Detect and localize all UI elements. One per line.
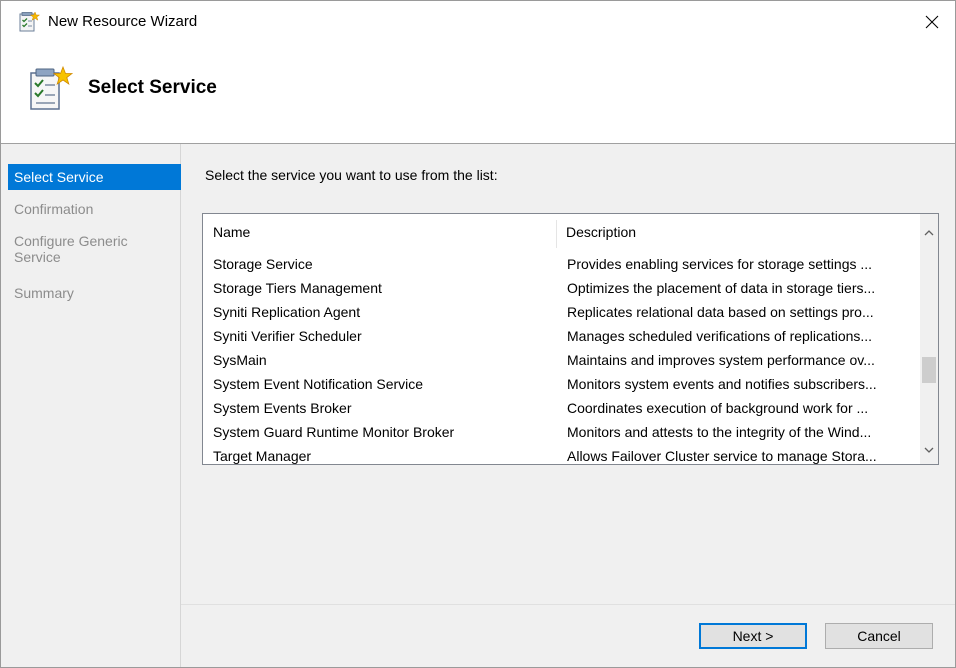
service-description: Optimizes the placement of data in stora… — [567, 280, 876, 296]
chevron-up-icon — [924, 223, 934, 239]
list-row[interactable]: Storage Tiers Management Optimizes the p… — [203, 276, 913, 300]
instruction-text: Select the service you want to use from … — [205, 167, 498, 183]
list-row[interactable]: System Events Broker Coordinates executi… — [203, 396, 913, 420]
step-configure-generic-service: Configure Generic Service — [9, 228, 149, 270]
page-title: Select Service — [88, 77, 217, 98]
column-header-description[interactable]: Description — [566, 214, 636, 250]
service-list[interactable]: Name Description Storage Service Provide… — [202, 213, 939, 465]
cancel-button[interactable]: Cancel — [825, 623, 933, 649]
column-separator[interactable] — [556, 220, 557, 248]
service-name: Syniti Replication Agent — [213, 304, 361, 320]
list-row[interactable]: Target Manager Allows Failover Cluster s… — [203, 444, 913, 464]
service-name: System Event Notification Service — [213, 376, 424, 392]
list-row[interactable]: Storage Service Provides enabling servic… — [203, 252, 913, 276]
title-bar: New Resource Wizard — [1, 1, 955, 45]
service-name: System Guard Runtime Monitor Broker — [213, 424, 455, 440]
step-label: Select Service — [14, 169, 104, 185]
list-row[interactable]: System Event Notification Service Monito… — [203, 372, 913, 396]
service-name: SysMain — [213, 352, 267, 368]
chevron-down-icon — [924, 441, 934, 457]
wizard-checklist-icon — [27, 65, 74, 115]
wizard-icon — [18, 11, 41, 33]
scroll-thumb[interactable] — [922, 357, 936, 383]
service-description: Manages scheduled verifications of repli… — [567, 328, 873, 344]
service-description: Maintains and improves system performanc… — [567, 352, 875, 368]
service-name: Storage Tiers Management — [213, 280, 382, 296]
step-label: Confirmation — [14, 201, 94, 217]
close-button[interactable] — [909, 1, 955, 45]
service-name: System Events Broker — [213, 400, 352, 416]
step-label: Configure Generic Service — [14, 233, 128, 265]
column-header-name[interactable]: Name — [213, 214, 250, 250]
close-icon — [925, 15, 939, 32]
vertical-scrollbar[interactable] — [920, 214, 938, 464]
next-button[interactable]: Next > — [699, 623, 807, 649]
wizard-steps-sidebar: Select Service Confirmation Configure Ge… — [1, 144, 181, 667]
scroll-down-button[interactable] — [920, 440, 938, 458]
service-name: Syniti Verifier Scheduler — [213, 328, 362, 344]
step-summary: Summary — [9, 280, 175, 306]
list-row[interactable]: Syniti Replication Agent Replicates rela… — [203, 300, 913, 324]
service-name: Target Manager — [213, 448, 312, 464]
wizard-window: New Resource Wizard Select Service Selec… — [0, 0, 956, 668]
wizard-header: Select Service — [1, 45, 955, 143]
step-confirmation: Confirmation — [9, 196, 175, 222]
list-row[interactable]: Syniti Verifier Scheduler Manages schedu… — [203, 324, 913, 348]
wizard-content: Select the service you want to use from … — [181, 144, 955, 667]
service-description: Monitors system events and notifies subs… — [567, 376, 877, 392]
service-description: Allows Failover Cluster service to manag… — [567, 448, 877, 464]
step-select-service[interactable]: Select Service — [8, 164, 181, 190]
service-description: Replicates relational data based on sett… — [567, 304, 874, 320]
service-description: Monitors and attests to the integrity of… — [567, 424, 872, 440]
list-row[interactable]: SysMain Maintains and improves system pe… — [203, 348, 913, 372]
list-row[interactable]: System Guard Runtime Monitor Broker Moni… — [203, 420, 913, 444]
service-description: Coordinates execution of background work… — [567, 400, 869, 416]
service-name: Storage Service — [213, 256, 313, 272]
window-title: New Resource Wizard — [48, 13, 198, 30]
footer-divider — [181, 604, 955, 605]
step-label: Summary — [14, 285, 74, 301]
service-description: Provides enabling services for storage s… — [567, 256, 873, 272]
scroll-up-button[interactable] — [920, 222, 938, 240]
